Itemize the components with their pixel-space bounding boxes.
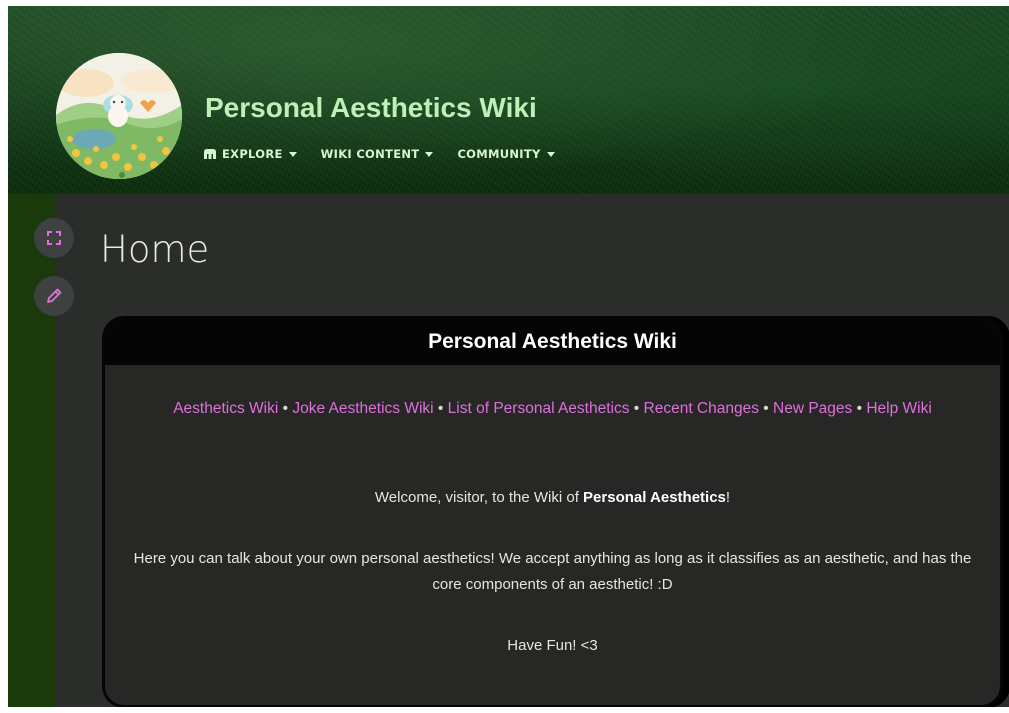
edit-button[interactable] [34,276,74,316]
link-aesthetics-wiki[interactable]: Aesthetics Wiki [173,400,278,417]
explore-icon [204,149,216,159]
top-navigation: EXPLORE WIKI CONTENT COMMUNITY [203,147,579,161]
link-list-of-personal-aesthetics[interactable]: List of Personal Aesthetics [448,400,630,417]
left-rail [8,194,56,707]
expand-icon [47,231,61,245]
link-new-pages[interactable]: New Pages [773,400,852,417]
nav-explore[interactable]: EXPLORE [203,147,297,161]
wiki-page: Personal Aesthetics Wiki EXPLORE WIKI CO… [8,6,1009,707]
fullscreen-button[interactable] [34,218,74,258]
infobox-header: Personal Aesthetics Wiki [105,319,1000,365]
nav-community[interactable]: COMMUNITY [457,147,555,161]
link-separator: • [629,400,644,417]
welcome-prefix: Welcome, visitor, to the Wiki of [374,489,584,506]
link-separator: • [278,400,293,417]
link-help-wiki[interactable]: Help Wiki [866,400,931,417]
intro-text: Here you can talk about your own persona… [133,550,972,593]
link-joke-aesthetics-wiki[interactable]: Joke Aesthetics Wiki [292,400,433,417]
nav-community-label: COMMUNITY [457,147,541,161]
avatar-illustration [56,53,182,179]
link-separator: • [433,400,448,417]
nav-wiki-content-label: WIKI CONTENT [320,147,420,161]
welcome-bold: Personal Aesthetics [583,489,726,506]
nav-wiki-content[interactable]: WIKI CONTENT [321,147,434,161]
chevron-down-icon [546,151,555,157]
chevron-down-icon [425,151,434,157]
link-separator: • [852,400,867,417]
infobox: Personal Aesthetics Wiki Aesthetics Wiki… [102,316,1003,707]
wiki-title[interactable]: Personal Aesthetics Wiki [205,92,537,124]
wiki-avatar[interactable] [56,53,182,179]
welcome-text: Welcome, visitor, to the Wiki of Persona… [119,485,986,511]
infobox-title: Personal Aesthetics Wiki [428,330,677,353]
chevron-down-icon [288,151,297,157]
pencil-icon [47,288,62,303]
welcome-suffix: ! [725,489,731,506]
link-recent-changes[interactable]: Recent Changes [644,400,759,417]
quick-links: Aesthetics Wiki • Joke Aesthetics Wiki •… [119,396,986,421]
link-separator: • [758,400,774,417]
closing-text: Have Fun! <3 [507,637,598,654]
page-title: Home [100,228,210,271]
nav-explore-label: EXPLORE [222,147,283,161]
